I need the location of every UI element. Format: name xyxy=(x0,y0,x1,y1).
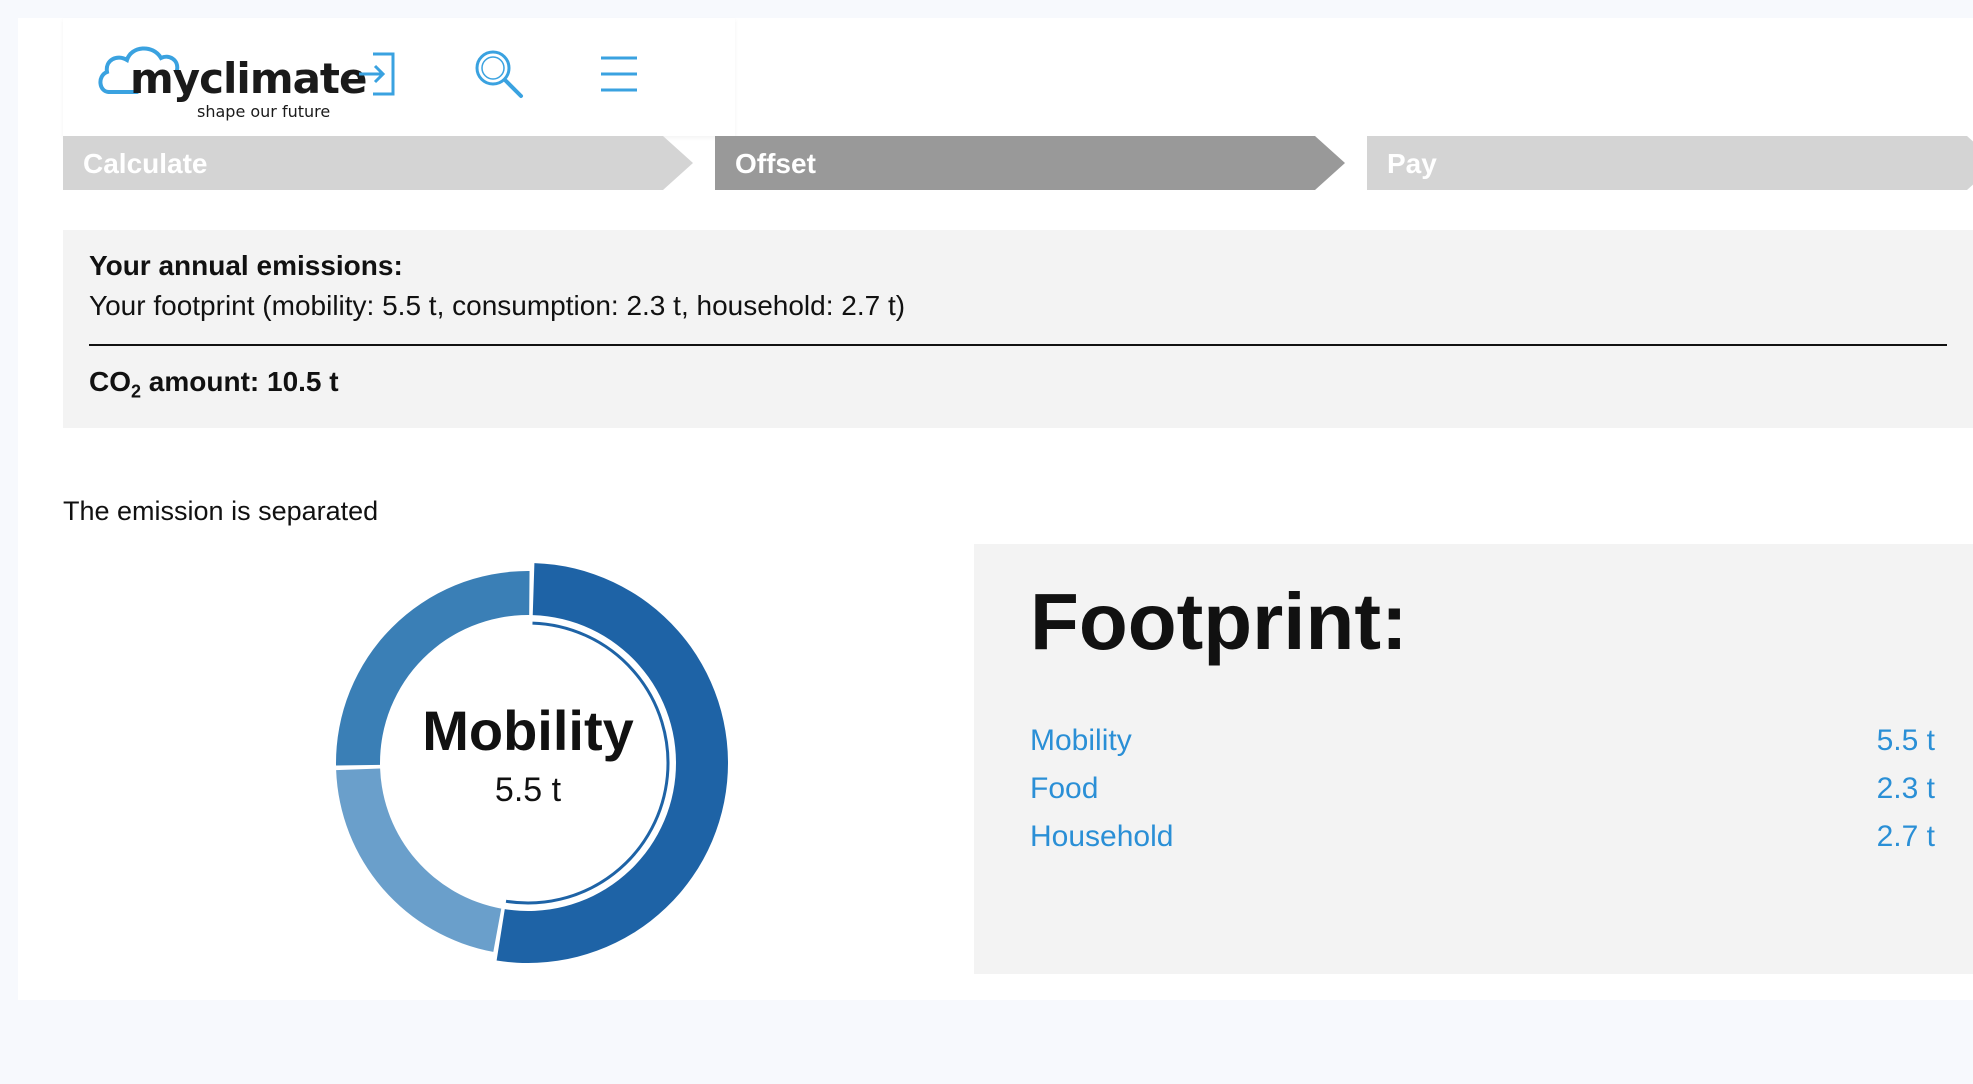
page: myclimate shape our future Calculate Off… xyxy=(18,18,1973,1000)
co2-suffix: amount: 10.5 t xyxy=(141,366,339,397)
donut-center-label: Mobility xyxy=(422,699,634,762)
site-header: myclimate shape our future xyxy=(63,18,735,136)
footprint-label-household[interactable]: Household xyxy=(1030,820,1173,854)
footprint-panel: Footprint: Mobility 5.5 t Food 2.3 t Hou… xyxy=(974,544,1973,974)
summary-detail: Your footprint (mobility: 5.5 t, consump… xyxy=(89,290,906,321)
footprint-value-mobility: 5.5 t xyxy=(1876,724,1935,757)
footprint-title: Footprint: xyxy=(1030,577,1408,666)
co2-subscript: 2 xyxy=(131,381,142,402)
donut-center-value: 5.5 t xyxy=(494,771,562,809)
footprint-row-food: Food 2.3 t xyxy=(1030,772,1935,812)
emission-donut-chart: Mobility 5.5 t xyxy=(328,563,729,963)
search-icon[interactable] xyxy=(471,46,527,102)
step-calculate-label: Calculate xyxy=(83,148,208,179)
step-pay-label: Pay xyxy=(1387,148,1437,179)
footprint-label-mobility[interactable]: Mobility xyxy=(1030,724,1132,758)
footprint-value-food: 2.3 t xyxy=(1876,772,1935,805)
co2-amount: CO2 amount: 10.5 t xyxy=(89,366,339,403)
step-offset-label: Offset xyxy=(735,148,816,179)
login-icon[interactable] xyxy=(353,46,409,102)
summary-divider xyxy=(89,344,1947,346)
co2-prefix: CO xyxy=(89,366,131,397)
summary-heading: Your annual emissions: xyxy=(89,250,403,281)
menu-icon[interactable] xyxy=(591,46,647,102)
myclimate-logo[interactable]: myclimate shape our future xyxy=(97,32,367,122)
step-calculate[interactable]: Calculate xyxy=(63,136,693,190)
logo-tagline: shape our future xyxy=(197,102,331,121)
emissions-summary: Your annual emissions: Your footprint (m… xyxy=(63,230,1973,428)
step-pay[interactable]: Pay xyxy=(1367,136,1973,190)
step-offset[interactable]: Offset xyxy=(715,136,1345,190)
progress-steps: Calculate Offset Pay xyxy=(63,136,1973,190)
footprint-row-household: Household 2.7 t xyxy=(1030,820,1935,860)
logo-wordmark: myclimate xyxy=(130,54,367,103)
donut-svg xyxy=(336,563,729,963)
footprint-label-food[interactable]: Food xyxy=(1030,772,1098,806)
separated-label: The emission is separated xyxy=(63,496,379,526)
footprint-row-mobility: Mobility 5.5 t xyxy=(1030,724,1935,764)
footprint-value-household: 2.7 t xyxy=(1876,820,1935,853)
